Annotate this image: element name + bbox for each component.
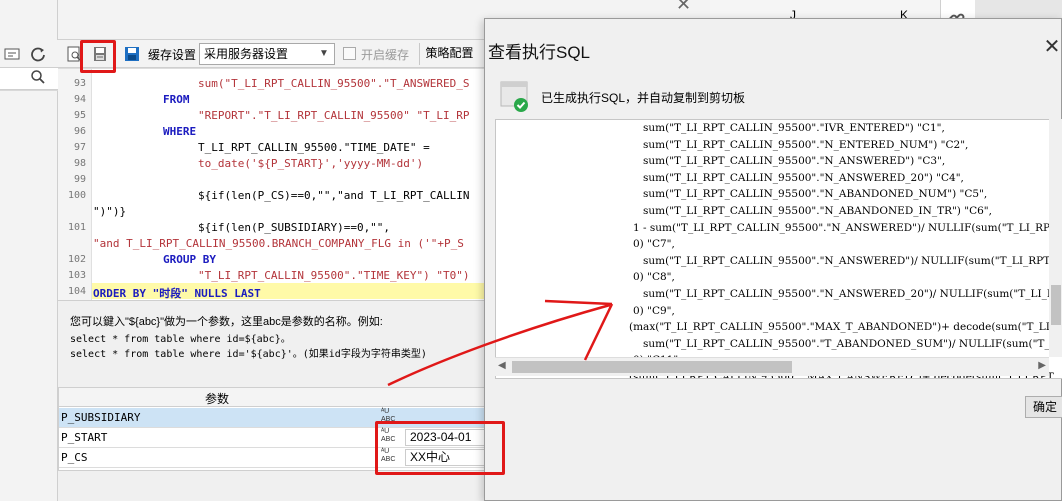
code-line: ")")} — [93, 205, 127, 218]
enable-cache-checkbox[interactable] — [343, 47, 356, 60]
strategy-config-button[interactable]: 策略配置 — [419, 43, 479, 65]
vertical-scrollbar[interactable] — [1049, 119, 1062, 357]
ok-button[interactable]: 确定 — [1025, 396, 1062, 418]
code-line: to_date('${P_START}','yyyy-MM-dd') — [198, 157, 424, 170]
line-number: 99 — [73, 174, 86, 185]
sql-line: 0) "C9", — [633, 304, 675, 317]
sql-line: 0) "C8", — [633, 271, 675, 284]
refresh-icon[interactable] — [28, 44, 48, 64]
help-example: select * from table where id=${abc}。 — [70, 334, 291, 345]
param-name: P_CS — [61, 451, 88, 464]
sql-editor[interactable]: 93 94 95 96 97 98 99 100 101 102 103 104… — [58, 68, 485, 300]
line-number: 98 — [73, 158, 86, 169]
search-icon[interactable] — [30, 69, 46, 88]
code-line: T_LI_RPT_CALLIN_95500."TIME_DATE" = — [198, 141, 430, 154]
help-text: 您可以鍵入"${abc}"做为一个参数，这里abc是参数的名称。例如: — [70, 316, 383, 328]
query-toolbar: 缓存设置 采用服务器设置 ▼ 开启缓存 策略配置 — [0, 40, 485, 68]
cache-settings-label: 缓存设置 — [148, 48, 197, 62]
line-number: 93 — [73, 78, 86, 89]
left-search[interactable] — [0, 68, 58, 90]
sql-line: 0) "C7", — [633, 238, 675, 251]
sql-line: sum("T_LI_RPT_CALLIN_95500"."IVR_ENTERED… — [643, 122, 945, 134]
code-line: ${if(len(P_CS)==0,"","and T_LI_RPT_CALLI… — [198, 189, 470, 202]
background-close-icon[interactable]: ✕ — [676, 0, 696, 14]
code-line: sum("T_LI_RPT_CALLIN_95500"."T_ANSWERED_… — [198, 77, 470, 90]
sql-line: sum("T_LI_RPT_CALLIN_95500"."N_ANSWERED"… — [643, 254, 1062, 267]
scrollbar-thumb[interactable] — [512, 361, 792, 373]
chevron-down-icon: ▼ — [319, 48, 329, 59]
line-number: 100 — [67, 190, 86, 201]
sql-line: (max("T_LI_RPT_CALLIN_95500"."MAX_T_ABAN… — [629, 321, 1062, 334]
sql-line: sum("T_LI_RPT_CALLIN_95500"."N_ABANDONED… — [643, 188, 988, 201]
line-number: 104 — [67, 286, 86, 297]
save-icon[interactable] — [122, 44, 142, 64]
sql-line: sum("T_LI_RPT_CALLIN_95500"."N_ABANDONED… — [643, 205, 992, 217]
dialog-message: 已生成执行SQL，并自动复制到剪切板 — [541, 91, 746, 105]
parameters-header-label: 参数 — [205, 392, 230, 406]
code-line: "and T_LI_RPT_CALLIN_95500.BRANCH_COMPAN… — [93, 237, 464, 250]
sql-line: sum("T_LI_RPT_CALLIN_95500"."N_ENTERED_N… — [643, 138, 969, 151]
line-number: 95 — [73, 110, 86, 121]
line-number: 97 — [73, 142, 86, 153]
enable-cache-label: 开启缓存 — [361, 48, 410, 62]
horizontal-scrollbar[interactable]: ◀ ▶ — [495, 357, 1049, 376]
code-line: "T_LI_RPT_CALLIN_95500"."TIME_KEY") "T0"… — [198, 269, 470, 282]
annotation-box — [80, 40, 116, 73]
scrollbar-thumb[interactable] — [1051, 285, 1061, 325]
type-label: ᴬU — [381, 408, 390, 415]
annotation-box — [375, 421, 505, 475]
success-icon — [500, 80, 530, 112]
sql-line: sum("T_LI_RPT_CALLIN_95500"."T_ABANDONED… — [643, 337, 1062, 350]
line-number: 103 — [67, 270, 86, 281]
dialog-title: 查看执行SQL — [488, 43, 591, 62]
sql-line: sum("T_LI_RPT_CALLIN_95500"."N_ANSWERED_… — [643, 171, 964, 184]
close-icon[interactable]: ✕ — [1042, 37, 1062, 58]
param-name: P_SUBSIDIARY — [61, 411, 141, 424]
scroll-right-icon[interactable]: ▶ — [1038, 360, 1046, 371]
code-line: FROM — [163, 93, 190, 106]
view-sql-dialog: 查看执行SQL ✕ 已生成执行SQL，并自动复制到剪切板 sum("T_LI_R… — [484, 18, 1062, 501]
param-name: P_START — [61, 431, 108, 444]
parameter-help: 您可以鍵入"${abc}"做为一个参数，这里abc是参数的名称。例如: sele… — [58, 300, 485, 387]
help-example: select * from table where id='${abc}'。(如… — [70, 349, 427, 360]
line-number: 102 — [67, 254, 86, 265]
line-number: 94 — [73, 94, 86, 105]
code-line: "REPORT"."T_LI_RPT_CALLIN_95500" "T_LI_R… — [198, 109, 470, 122]
code-line: GROUP BY — [163, 253, 216, 266]
sql-line: sum("T_LI_RPT_CALLIN_95500"."N_ANSWERED"… — [643, 155, 946, 168]
line-number: 101 — [67, 222, 86, 233]
panel-toggle-icon[interactable] — [2, 44, 22, 64]
sql-line: 1 - sum("T_LI_RPT_CALLIN_95500"."N_ANSWE… — [633, 221, 1062, 234]
sql-line: sum("T_LI_RPT_CALLIN_95500"."N_ANSWERED_… — [643, 288, 1062, 300]
code-line: ORDER BY "时段" NULLS LAST — [93, 287, 261, 300]
generated-sql-textarea[interactable]: sum("T_LI_RPT_CALLIN_95500"."IVR_ENTERED… — [495, 119, 1062, 379]
scroll-left-icon[interactable]: ◀ — [498, 360, 506, 371]
line-number: 96 — [73, 126, 86, 137]
cache-settings-value: 采用服务器设置 — [204, 47, 289, 61]
cache-settings-select[interactable]: 采用服务器设置 ▼ — [199, 43, 335, 65]
code-line: ${if(len(P_SUBSIDIARY)==0,"", — [198, 221, 391, 234]
code-line: WHERE — [163, 125, 197, 138]
